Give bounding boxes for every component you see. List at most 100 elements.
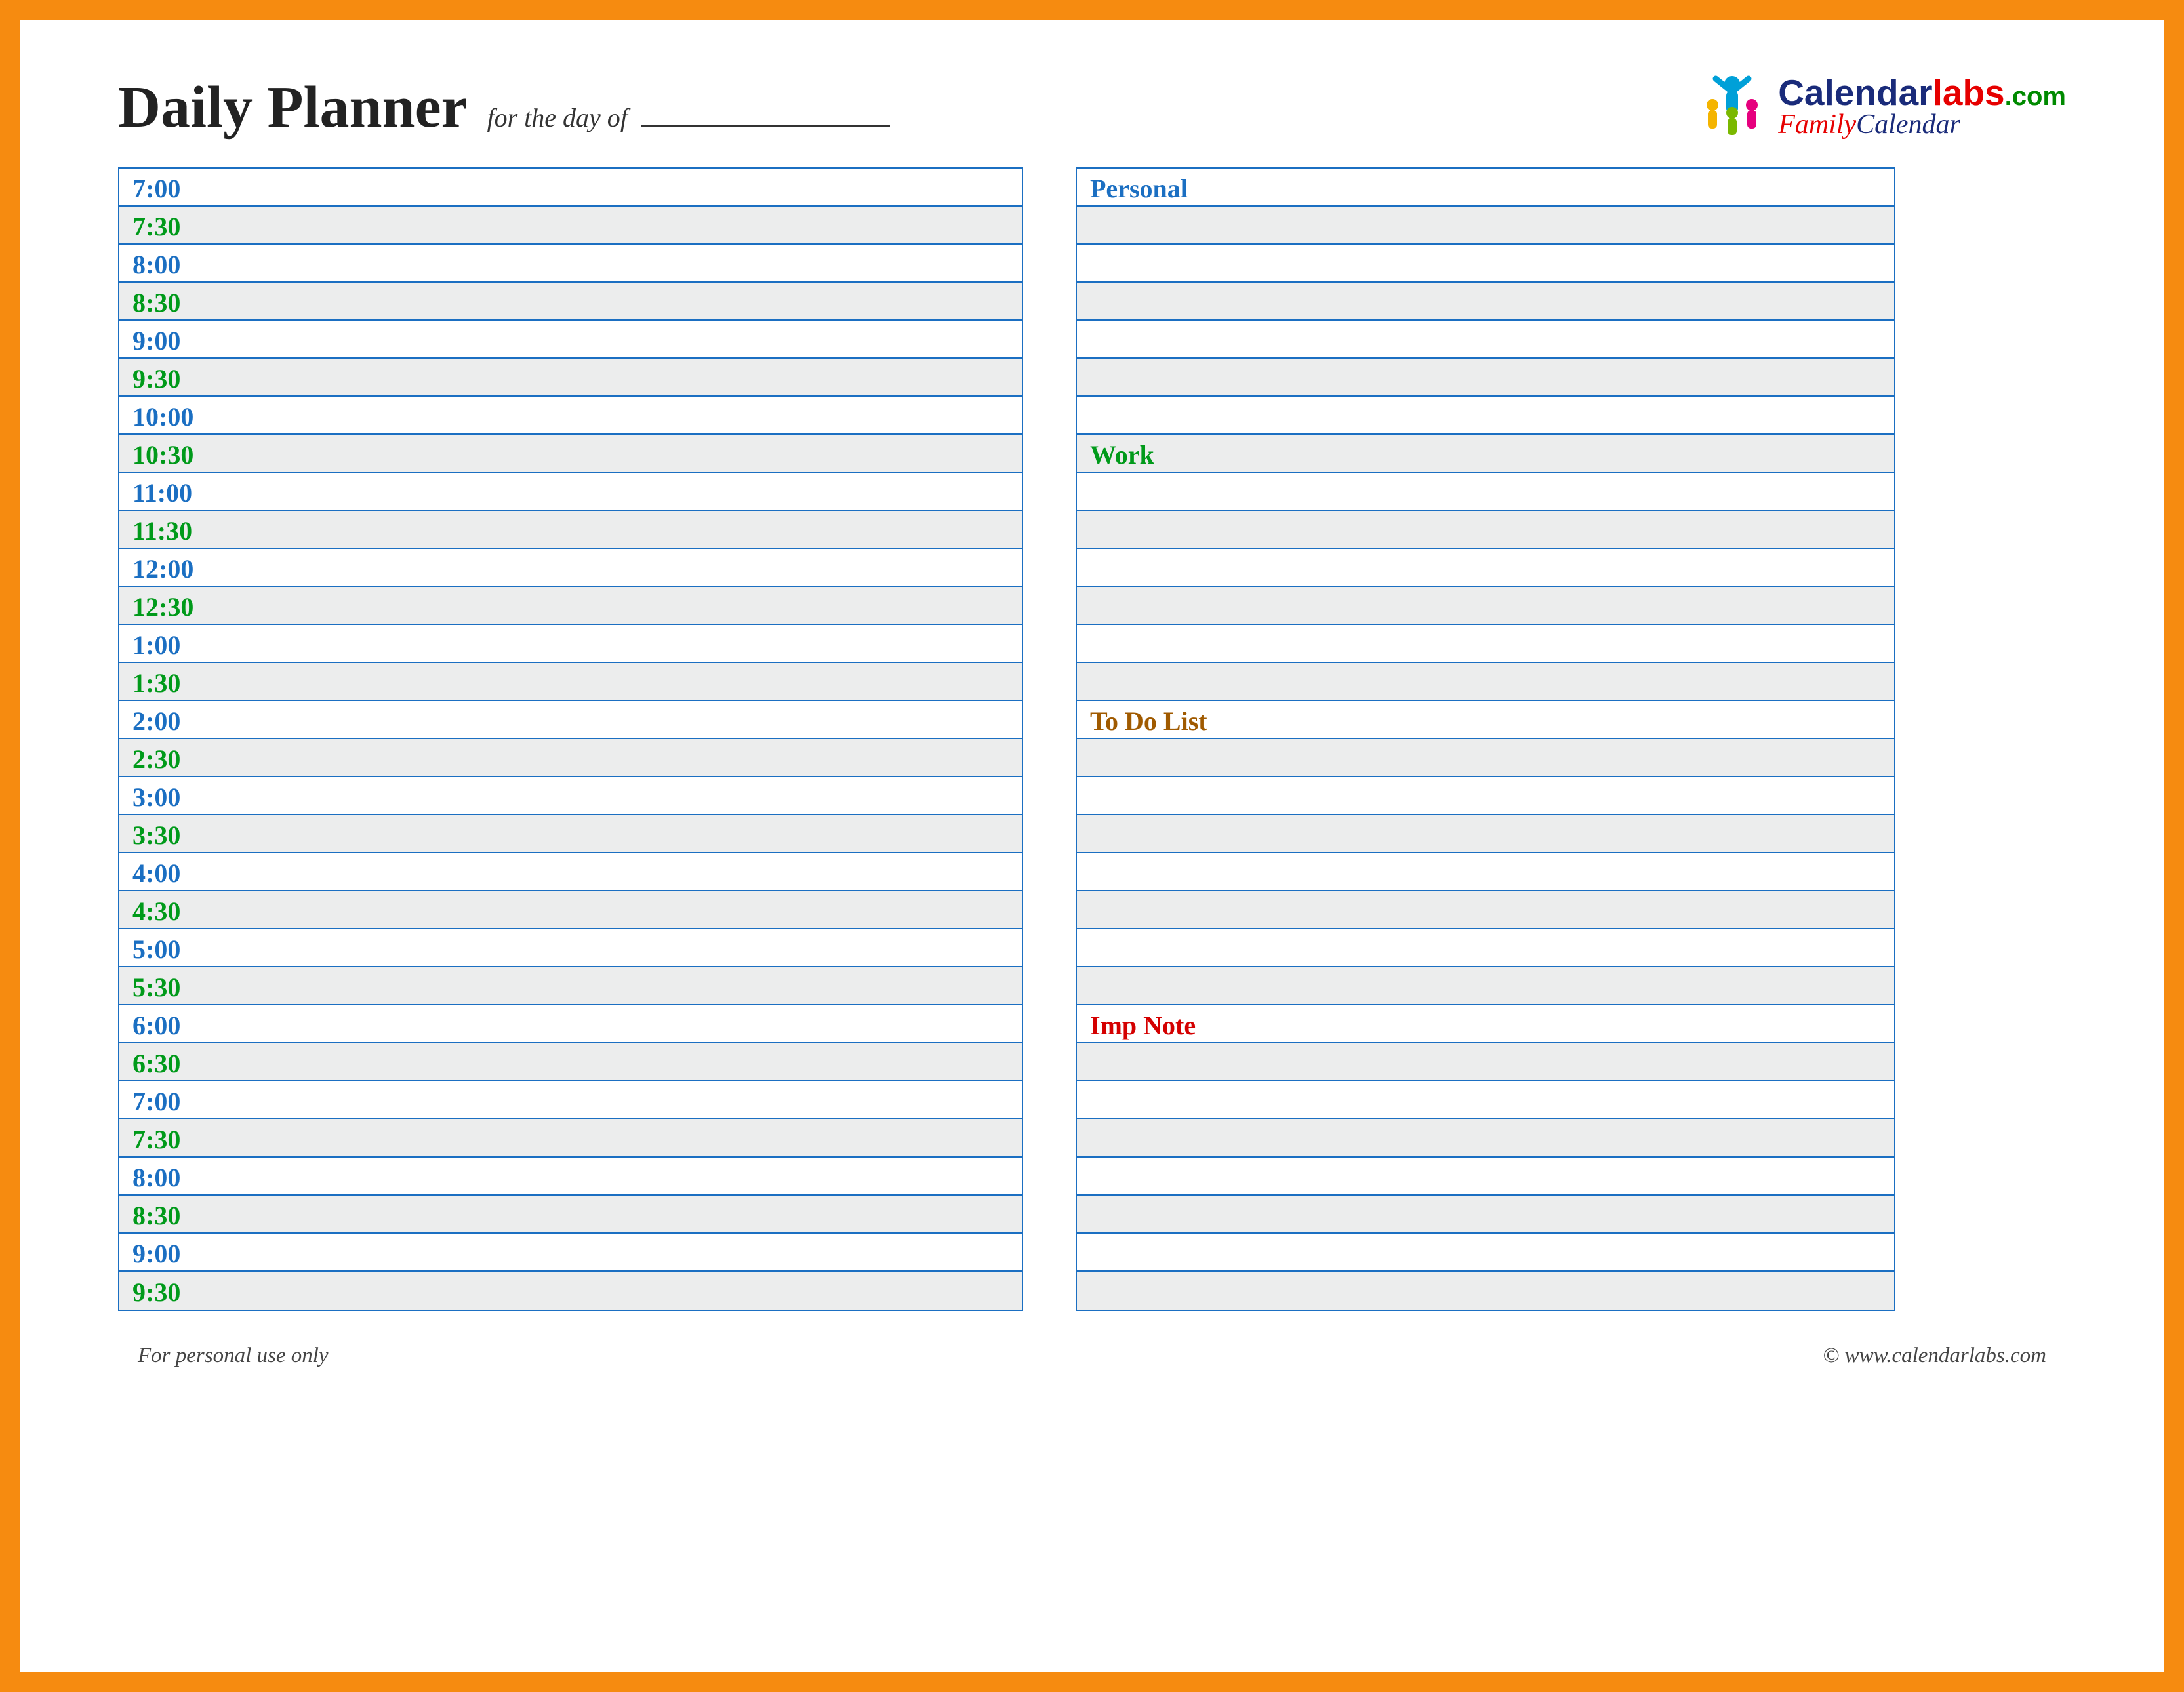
section-label: Imp Note — [1090, 1010, 1196, 1041]
time-slot[interactable]: 7:30 — [119, 207, 1022, 245]
note-line[interactable] — [1077, 1196, 1894, 1234]
time-label: 10:30 — [132, 439, 193, 470]
note-line[interactable] — [1077, 1158, 1894, 1196]
time-slot[interactable]: 1:30 — [119, 663, 1022, 701]
time-label: 3:00 — [132, 782, 180, 813]
note-line[interactable] — [1077, 967, 1894, 1005]
time-label: 1:30 — [132, 668, 180, 698]
time-label: 4:00 — [132, 858, 180, 889]
time-label: 7:30 — [132, 211, 180, 242]
note-line[interactable] — [1077, 207, 1894, 245]
time-label: 2:30 — [132, 744, 180, 775]
time-label: 12:30 — [132, 592, 193, 622]
time-slot[interactable]: 10:00 — [119, 397, 1022, 435]
content: 7:007:308:008:309:009:3010:0010:3011:001… — [118, 167, 2066, 1311]
note-line[interactable] — [1077, 777, 1894, 815]
title-block: Daily Planner for the day of — [118, 73, 890, 141]
note-line[interactable] — [1077, 321, 1894, 359]
note-line[interactable] — [1077, 549, 1894, 587]
time-slot[interactable]: 1:00 — [119, 625, 1022, 663]
time-slot[interactable]: 7:00 — [119, 169, 1022, 207]
time-label: 6:30 — [132, 1048, 180, 1079]
time-label: 5:30 — [132, 972, 180, 1003]
date-blank-line[interactable] — [641, 125, 890, 127]
time-slot[interactable]: 8:30 — [119, 1196, 1022, 1234]
time-label: 8:00 — [132, 249, 180, 280]
time-label: 7:00 — [132, 173, 180, 204]
note-line[interactable] — [1077, 929, 1894, 967]
section-label: Personal — [1090, 173, 1188, 204]
time-slot[interactable]: 11:30 — [119, 511, 1022, 549]
note-line[interactable] — [1077, 473, 1894, 511]
logo-text: Calendarlabs.com FamilyCalendar — [1778, 75, 2066, 138]
time-slot[interactable]: 3:00 — [119, 777, 1022, 815]
footer: For personal use only © www.calendarlabs… — [118, 1344, 2066, 1368]
page-subtitle: for the day of — [487, 102, 890, 133]
note-line[interactable] — [1077, 853, 1894, 891]
logo-calendar: Calendar — [1778, 72, 1932, 113]
time-slot[interactable]: 9:30 — [119, 359, 1022, 397]
time-slot[interactable]: 2:30 — [119, 739, 1022, 777]
note-line[interactable] — [1077, 739, 1894, 777]
section-header[interactable]: To Do List — [1077, 701, 1894, 739]
logo-labs: labs — [1933, 72, 2005, 113]
time-slot[interactable]: 4:30 — [119, 891, 1022, 929]
note-line[interactable] — [1077, 815, 1894, 853]
section-header[interactable]: Imp Note — [1077, 1005, 1894, 1043]
time-slot[interactable]: 3:30 — [119, 815, 1022, 853]
time-slot[interactable]: 8:00 — [119, 245, 1022, 283]
time-slot[interactable]: 9:00 — [119, 1234, 1022, 1272]
time-label: 9:00 — [132, 325, 180, 356]
time-slot[interactable]: 2:00 — [119, 701, 1022, 739]
section-header[interactable]: Work — [1077, 435, 1894, 473]
time-slot[interactable]: 5:00 — [119, 929, 1022, 967]
note-line[interactable] — [1077, 511, 1894, 549]
time-slot[interactable]: 8:30 — [119, 283, 1022, 321]
time-slot[interactable]: 4:00 — [119, 853, 1022, 891]
time-slot[interactable]: 12:00 — [119, 549, 1022, 587]
section-label: Work — [1090, 439, 1154, 470]
time-label: 11:00 — [132, 477, 192, 508]
time-slot[interactable]: 6:30 — [119, 1043, 1022, 1081]
time-label: 1:00 — [132, 630, 180, 660]
time-slot[interactable]: 7:00 — [119, 1081, 1022, 1119]
time-slot[interactable]: 11:00 — [119, 473, 1022, 511]
section-header[interactable]: Personal — [1077, 169, 1894, 207]
time-label: 11:30 — [132, 515, 192, 546]
logo-family: Family — [1778, 110, 1856, 140]
note-line[interactable] — [1077, 397, 1894, 435]
note-line[interactable] — [1077, 283, 1894, 321]
note-line[interactable] — [1077, 245, 1894, 283]
note-line[interactable] — [1077, 1043, 1894, 1081]
time-slot[interactable]: 9:30 — [119, 1272, 1022, 1310]
section-label: To Do List — [1090, 706, 1207, 736]
subtitle-text: for the day of — [487, 103, 628, 132]
note-line[interactable] — [1077, 663, 1894, 701]
page-title: Daily Planner — [118, 73, 468, 141]
note-line[interactable] — [1077, 1119, 1894, 1158]
note-line[interactable] — [1077, 1234, 1894, 1272]
note-line[interactable] — [1077, 587, 1894, 625]
note-line[interactable] — [1077, 891, 1894, 929]
logo-line1: Calendarlabs.com — [1778, 75, 2066, 111]
note-line[interactable] — [1077, 625, 1894, 663]
time-slot[interactable]: 10:30 — [119, 435, 1022, 473]
time-label: 8:00 — [132, 1162, 180, 1193]
footer-left: For personal use only — [138, 1344, 329, 1368]
time-label: 4:30 — [132, 896, 180, 927]
logo-calendar2: Calendar — [1856, 110, 1960, 140]
footer-right: © www.calendarlabs.com — [1823, 1344, 2046, 1368]
time-slot[interactable]: 9:00 — [119, 321, 1022, 359]
time-slot[interactable]: 12:30 — [119, 587, 1022, 625]
note-line[interactable] — [1077, 359, 1894, 397]
time-slot[interactable]: 7:30 — [119, 1119, 1022, 1158]
time-slot[interactable]: 6:00 — [119, 1005, 1022, 1043]
time-label: 10:00 — [132, 401, 193, 432]
time-slot[interactable]: 5:30 — [119, 967, 1022, 1005]
note-line[interactable] — [1077, 1272, 1894, 1310]
schedule-table: 7:007:308:008:309:009:3010:0010:3011:001… — [118, 167, 1023, 1311]
time-label: 3:30 — [132, 820, 180, 851]
time-slot[interactable]: 8:00 — [119, 1158, 1022, 1196]
note-line[interactable] — [1077, 1081, 1894, 1119]
time-label: 9:00 — [132, 1238, 180, 1269]
